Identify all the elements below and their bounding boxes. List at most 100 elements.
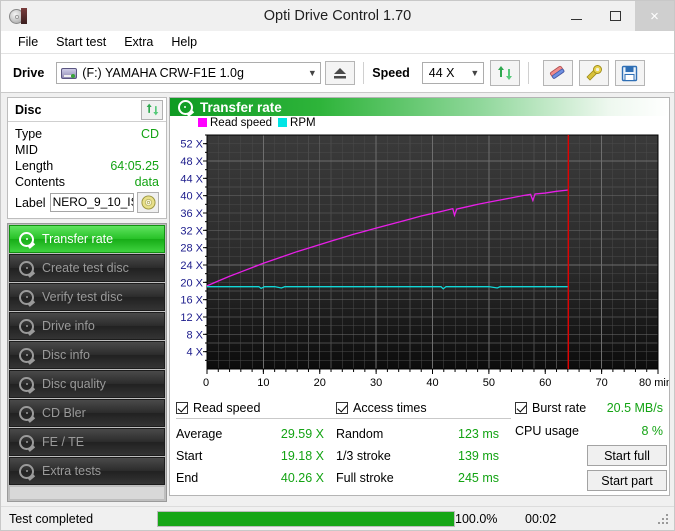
sidebar-item-label: Extra tests [42, 464, 102, 478]
burst-rate-value: 20.5 MB/s [606, 401, 663, 415]
cpu-usage-row: CPU usage 8 % [515, 424, 667, 438]
resize-grip-icon[interactable] [658, 514, 670, 526]
start-full-button[interactable]: Start full [587, 445, 667, 466]
svg-text:10: 10 [257, 377, 269, 389]
legend-label: RPM [290, 116, 316, 129]
menu-item-start-test[interactable]: Start test [47, 33, 115, 51]
stat-value: 29.59 X [280, 427, 324, 441]
svg-text:32 X: 32 X [180, 225, 203, 237]
status-bar: Test completed 100.0% 00:02 [1, 506, 674, 530]
stat-row-start: Start 19.18 X [176, 449, 336, 463]
chevron-down-icon: ▼ [470, 68, 480, 78]
menu-item-extra[interactable]: Extra [115, 33, 162, 51]
sidebar-item-label: Drive info [42, 319, 95, 333]
eject-button[interactable] [325, 61, 356, 85]
disc-test-icon [18, 289, 36, 307]
svg-text:40: 40 [426, 377, 438, 389]
minimize-button[interactable] [557, 1, 596, 31]
svg-text:24 X: 24 X [180, 260, 203, 272]
read-speed-stats: Read speed Average 29.59 X Start 19.18 X… [176, 401, 336, 495]
menu-item-file[interactable]: File [9, 33, 47, 51]
disc-row-value: data [134, 175, 159, 189]
svg-text:60: 60 [539, 377, 551, 389]
disc-test-icon [18, 260, 36, 278]
disc-row-key: Length [15, 159, 54, 173]
sidebar-item-transfer-rate[interactable]: Transfer rate [9, 225, 165, 253]
close-button[interactable]: × [635, 1, 674, 31]
menu-item-help[interactable]: Help [162, 33, 206, 51]
access-times-checkbox[interactable] [336, 402, 348, 414]
sidebar-item-drive-info[interactable]: Drive info [9, 312, 165, 340]
sidebar-item-create-test-disc[interactable]: Create test disc [9, 254, 165, 282]
cpu-usage-value: 8 % [641, 424, 663, 438]
disc-refresh-button[interactable] [141, 99, 163, 120]
access-times-header: Access times [336, 401, 511, 419]
cd-drive-icon [61, 66, 78, 81]
eraser-icon [550, 65, 565, 79]
speed-select[interactable]: 44 X ▼ [421, 62, 484, 84]
maximize-button[interactable] [596, 1, 635, 31]
chart-panel-header: Transfer rate [170, 98, 669, 117]
drive-select[interactable]: (F:) YAMAHA CRW-F1E 1.0g ▼ [56, 62, 322, 84]
cd-disc-icon [141, 195, 156, 210]
disc-row-value: CD [140, 127, 159, 141]
action-buttons: Start full Start part [515, 445, 667, 495]
disc-label-cd-button[interactable] [137, 192, 159, 213]
access-times-title: Access times [353, 401, 427, 415]
burst-rate-stats: Burst rate 20.5 MB/s CPU usage 8 % Start… [511, 401, 667, 495]
svg-text:4 X: 4 X [186, 347, 203, 359]
disc-row-key: Contents [15, 175, 66, 189]
sidebar-item-fe-te[interactable]: FE / TE [9, 428, 165, 456]
disc-test-icon [18, 231, 36, 249]
sidebar-item-label: CD Bler [42, 406, 86, 420]
stat-value: 245 ms [458, 471, 499, 485]
save-button[interactable] [614, 60, 645, 86]
chart-legend: Read speed RPM [170, 116, 669, 129]
eject-icon [334, 68, 347, 79]
erase-button[interactable] [542, 60, 573, 86]
sidebar-item-disc-quality[interactable]: Disc quality [9, 370, 165, 398]
refresh-arrows-icon [146, 103, 158, 116]
stat-key: End [176, 471, 199, 485]
progress-label: 100.0% [455, 511, 498, 526]
chart-panel-title: Transfer rate [200, 99, 282, 115]
disc-row-length: Length 64:05.25 [15, 158, 159, 174]
sidebar-item-disc-info[interactable]: Disc info [9, 341, 165, 369]
disc-icon [9, 8, 27, 26]
disc-row-contents: Contents data [15, 174, 159, 190]
refresh-button[interactable] [489, 60, 520, 86]
svg-text:50: 50 [483, 377, 495, 389]
svg-text:28 X: 28 X [180, 243, 203, 255]
sidebar-item-cd-bler[interactable]: CD Bler [9, 399, 165, 427]
sidebar-item-extra-tests[interactable]: Extra tests [9, 457, 165, 485]
disc-row-mid: MID [15, 142, 159, 158]
disc-test-icon [176, 98, 194, 117]
disc-row-key: Type [15, 127, 43, 141]
svg-text:80 min: 80 min [639, 377, 669, 389]
burst-rate-checkbox[interactable] [515, 402, 527, 414]
chart-canvas: 4 X 8 X 12 X 16 X 20 X 24 X 28 X 32 X 36 X 40 X 44… [180, 134, 672, 389]
sidebar-item-label: Transfer rate [42, 232, 114, 246]
stat-key: 1/3 stroke [336, 449, 391, 463]
app-window: Opti Drive Control 1.70 × File Start tes… [0, 0, 675, 531]
svg-text:0: 0 [203, 377, 209, 389]
toolbar: Drive (F:) YAMAHA CRW-F1E 1.0g ▼ Speed 4… [1, 54, 674, 93]
title-bar: Opti Drive Control 1.70 × [1, 1, 674, 31]
disc-test-icon [18, 434, 36, 452]
disc-label-input[interactable]: NERO_9_10_IS [49, 193, 135, 212]
svg-text:44 X: 44 X [180, 173, 203, 185]
tools-button[interactable] [578, 60, 609, 86]
disc-test-icon [18, 318, 36, 336]
read-speed-checkbox[interactable] [176, 402, 188, 414]
disc-test-icon [18, 347, 36, 365]
svg-text:40 X: 40 X [180, 191, 203, 203]
speed-select-value: 44 X [428, 66, 455, 80]
start-part-button[interactable]: Start part [587, 470, 667, 491]
disc-info-rows: Type CD MID Length 64:05.25 Contents dat… [8, 122, 166, 218]
speed-label: Speed [372, 66, 410, 80]
sidebar-item-verify-test-disc[interactable]: Verify test disc [9, 283, 165, 311]
stat-key: Random [336, 427, 384, 441]
elapsed-time: 00:02 [525, 511, 557, 526]
svg-text:20 X: 20 X [180, 277, 203, 289]
disc-panel-title: Disc [15, 102, 42, 117]
